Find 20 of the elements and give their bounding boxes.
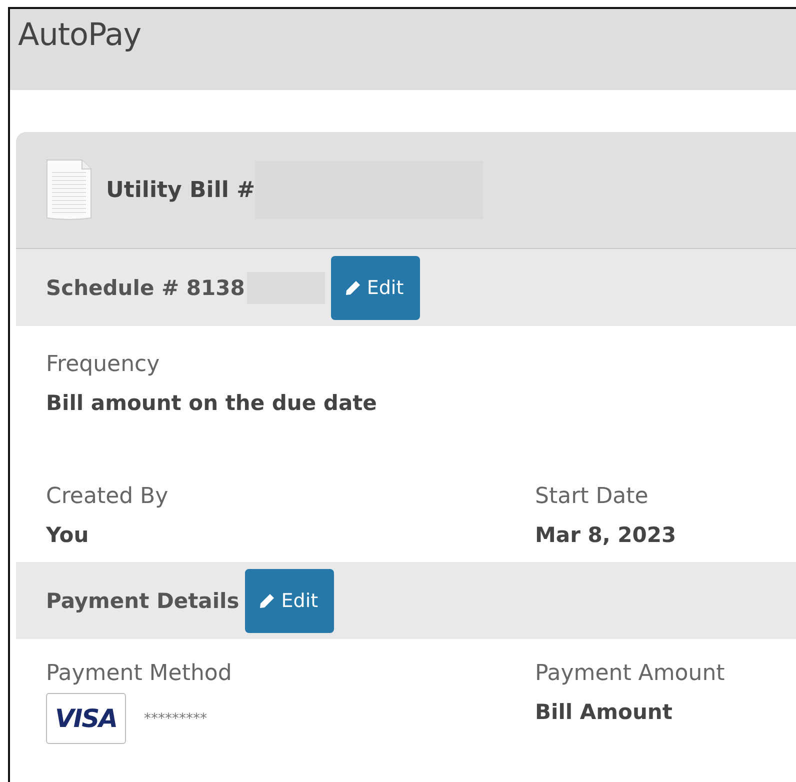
pencil-icon bbox=[344, 280, 361, 296]
field-value: You bbox=[46, 522, 90, 549]
field-value: Bill amount on the due date bbox=[46, 390, 378, 417]
pencil-icon bbox=[259, 592, 276, 608]
bill-title: Utility Bill # bbox=[106, 178, 256, 202]
field-label: Created By bbox=[46, 483, 170, 511]
masked-card-number: ********* bbox=[144, 710, 208, 726]
field-label: Start Date bbox=[535, 483, 650, 511]
section-title: Payment Details bbox=[46, 588, 240, 612]
field-label: Payment Amount bbox=[535, 660, 726, 688]
section-title: Schedule # 8138 bbox=[46, 276, 245, 300]
page-title: AutoPay bbox=[18, 17, 142, 53]
field-value: Bill Amount bbox=[535, 699, 674, 726]
edit-button[interactable]: Edit bbox=[245, 568, 334, 632]
field-label: Frequency bbox=[46, 351, 161, 379]
field-value: Mar 8, 2023 bbox=[535, 522, 678, 549]
document-icon bbox=[44, 158, 94, 222]
card-brand-logo: VISA bbox=[46, 693, 126, 744]
field-label: Payment Method bbox=[46, 660, 233, 688]
edit-button[interactable]: Edit bbox=[330, 256, 420, 320]
